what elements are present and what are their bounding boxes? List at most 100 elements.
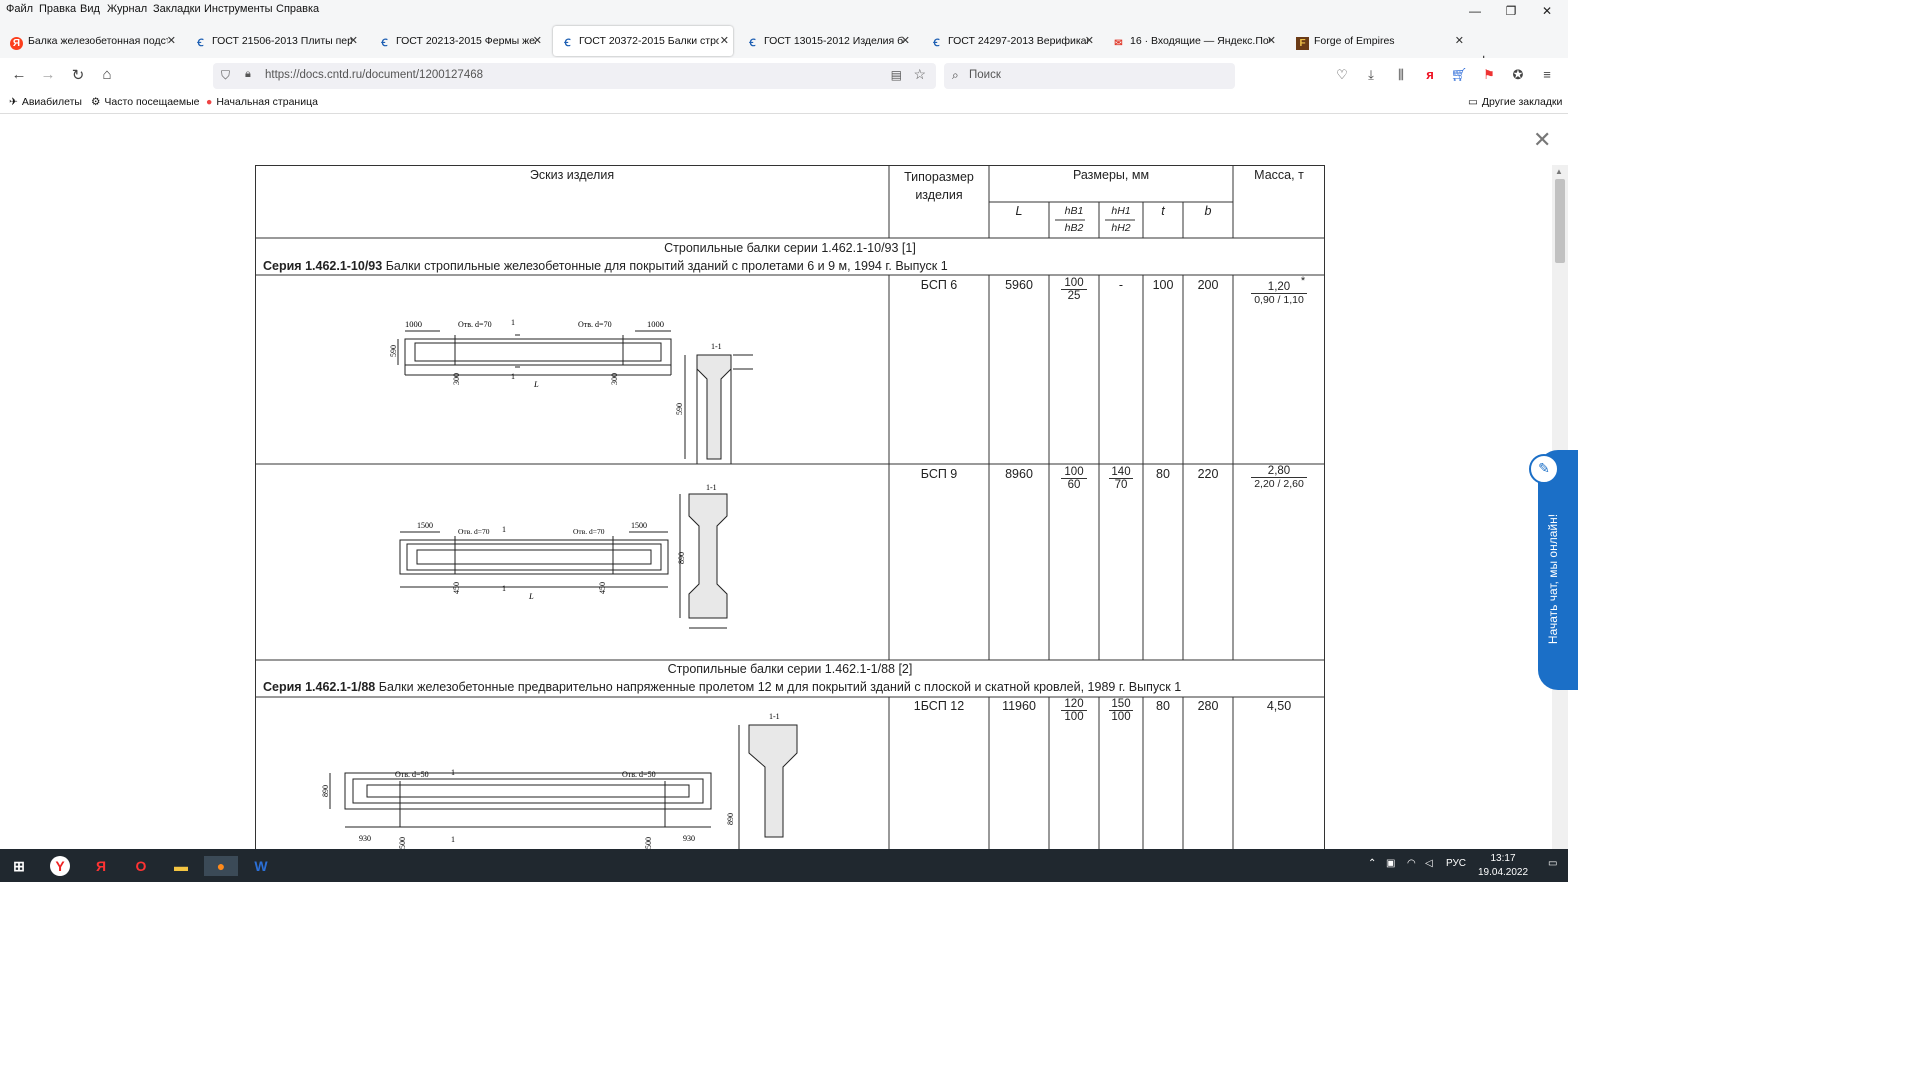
close-window-button[interactable]: ✕ [1537, 4, 1557, 18]
tab-strip: Я Балка железобетонная подстр ✕ Ꞓ ГОСТ 215… [0, 22, 1568, 69]
tab-4-active[interactable]: Ꞓ ГОСТ 20372-2015 Балки строп ✕ [553, 26, 733, 56]
url-text[interactable]: https://docs.cntd.ru/document/1200127468 [265, 69, 483, 81]
series1-bold: Серия 1.462.1-10/93 [263, 259, 383, 273]
row1-hB: 100 25 [1049, 277, 1099, 302]
bookmark-frequent[interactable]: ⚙ Часто посещаемые [91, 96, 200, 108]
tab-close-icon[interactable]: ✕ [533, 26, 542, 56]
header-sizes: Размеры, мм [1072, 168, 1150, 182]
row2-mass: 2,80 2,20 / 2,60 [1233, 465, 1325, 490]
hole-left: Отв. d=70 [458, 527, 490, 536]
close-viewer-icon[interactable]: ✕ [1533, 127, 1551, 153]
bookmark-homepage[interactable]: ● Начальная страница [206, 96, 318, 108]
menu-edit[interactable]: Правка [39, 3, 76, 15]
tab-1[interactable]: Я Балка железобетонная подстр ✕ [2, 26, 180, 56]
tab-3[interactable]: Ꞓ ГОСТ 20213-2015 Фермы желе ✕ [370, 26, 546, 56]
tab-close-icon[interactable]: ✕ [167, 26, 176, 56]
tab-close-icon[interactable]: ✕ [1455, 26, 1464, 56]
bookmark-star-icon[interactable]: ☆ [913, 66, 926, 83]
row2-mass-main: 2,80 [1267, 465, 1291, 477]
tab-title: Балка железобетонная подстр [28, 35, 168, 47]
series2-desc: Серия 1.462.1-1/88 Балки железобетонные … [263, 680, 1323, 694]
hole-right: Отв. d=70 [578, 320, 612, 329]
cntd-icon: Ꞓ [933, 38, 940, 49]
row2-hB: 100 60 [1049, 466, 1099, 491]
scroll-thumb[interactable] [1555, 179, 1565, 263]
wifi-icon[interactable]: ◠ [1407, 858, 1416, 869]
chat-label[interactable]: Начать чат, мы онлайн! [1546, 499, 1560, 659]
shield-icon[interactable]: ⛉ [221, 68, 230, 83]
home-icon[interactable]: ⌂ [97, 66, 117, 83]
menu-tools[interactable]: Инструменты [204, 3, 273, 15]
row1-b: 200 [1197, 278, 1219, 292]
tray-device-icon[interactable]: ▣ [1386, 858, 1395, 869]
reader-view-icon[interactable]: ▤ [891, 68, 902, 82]
firefox-icon[interactable]: ● [204, 856, 238, 876]
row3-hH2: 100 [1109, 710, 1133, 723]
library-icon[interactable]: ⫼ [1392, 67, 1410, 83]
extension-icon[interactable]: ✪ [1509, 67, 1527, 83]
flag-icon[interactable]: ⚑ [1480, 67, 1498, 83]
yandex-icon[interactable]: Я [90, 856, 112, 876]
menu-help[interactable]: Справка [276, 3, 319, 15]
downloads-icon[interactable]: ⤓ [1362, 67, 1380, 83]
tab-5[interactable]: Ꞓ ГОСТ 13015-2012 Изделия бето ✕ [738, 26, 914, 56]
tray-chevron-icon[interactable]: ⌃ [1368, 858, 1376, 869]
bookmarks-bar: ✈ Авиабилеты ⚙ Часто посещаемые ● Начальная… [0, 92, 1568, 114]
row2-hB2: 60 [1061, 478, 1087, 491]
header-hB1: hB1 [1064, 205, 1084, 217]
volume-icon[interactable]: ◁ [1425, 858, 1433, 869]
cart-icon[interactable]: 🛒︎ [1450, 67, 1468, 83]
row1-hB1: 100 [1064, 277, 1084, 289]
sketch-1bsp12: Отв. d=50 Отв. d=50 1 1 930 930 L 890 50… [321, 712, 798, 849]
search-bar[interactable]: ⌕ Поиск [944, 63, 1235, 89]
menu-bookmarks[interactable]: Закладки [153, 3, 201, 15]
word-icon[interactable]: W [250, 856, 272, 876]
bookmark-aviatickets[interactable]: ✈ Авиабилеты [9, 96, 82, 108]
menu-view[interactable]: Вид [80, 3, 100, 15]
opera-icon[interactable]: O [130, 856, 152, 876]
yandex-browser-icon[interactable]: Y [50, 856, 70, 876]
bookmark-label: Авиабилеты [21, 96, 82, 108]
mark-top: 1 [451, 768, 455, 777]
notifications-icon[interactable]: ▭ [1548, 858, 1557, 869]
clock[interactable]: 13:17 19.04.2022 [1478, 852, 1528, 880]
tab-close-icon[interactable]: ✕ [1085, 26, 1094, 56]
search-placeholder[interactable]: Поиск [969, 69, 1001, 81]
tab-close-icon[interactable]: ✕ [901, 26, 910, 56]
tab-7[interactable]: ✉ 16 · Входящие — Яндекс.Почта ✕ [1104, 26, 1280, 56]
lock-icon[interactable]: 🔒︎ [245, 68, 251, 81]
pocket-icon[interactable]: ♡ [1333, 67, 1351, 83]
mark-top: 1 [502, 525, 506, 534]
restore-button[interactable]: ❐ [1501, 4, 1521, 18]
dim-right: 930 [683, 834, 695, 843]
chat-bubble-icon[interactable]: ✎ [1529, 454, 1559, 484]
firefox-icon: ● [206, 96, 213, 108]
sketch-bsp6: 1000 1000 Отв. d=70 Отв. d=70 1 1 L 590 … [389, 318, 753, 464]
tab-close-icon[interactable]: ✕ [349, 26, 358, 56]
yandex-ext-icon[interactable]: я [1421, 67, 1439, 82]
explorer-icon[interactable]: ▬ [170, 856, 192, 876]
folder-icon: ▭ [1468, 96, 1478, 108]
windows-start-icon[interactable]: ⊞ [8, 856, 30, 876]
other-bookmarks[interactable]: ▭ Другие закладки [1468, 96, 1562, 108]
menu-history[interactable]: Журнал [107, 3, 147, 15]
row3-type: 1БСП 12 [913, 699, 965, 713]
tab-2[interactable]: Ꞓ ГОСТ 21506-2013 Плиты перек ✕ [186, 26, 362, 56]
taskbar: ⊞ Y Я O ▬ ● W ⌃ ▣ ◠ ◁ РУС 13:17 19.04.20… [0, 849, 1568, 882]
forward-icon[interactable]: → [38, 66, 58, 83]
language-indicator[interactable]: РУС [1446, 858, 1466, 869]
tab-close-icon[interactable]: ✕ [720, 26, 729, 56]
row1-hH: - [1118, 278, 1124, 292]
menu-file[interactable]: Файл [6, 3, 33, 15]
reload-icon[interactable]: ↻ [68, 66, 88, 84]
menu-icon[interactable]: ≡ [1538, 67, 1556, 82]
minimize-button[interactable]: — [1465, 4, 1485, 18]
tab-8[interactable]: F Forge of Empires ✕ [1288, 26, 1468, 56]
back-icon[interactable]: ← [9, 66, 29, 83]
row2-type: БСП 9 [920, 467, 958, 481]
tab-close-icon[interactable]: ✕ [1267, 26, 1276, 56]
address-bar[interactable]: ⛉ 🔒︎ https://docs.cntd.ru/document/12001… [213, 63, 936, 89]
dim-left: 1000 [405, 319, 422, 329]
scroll-up-icon[interactable]: ▲ [1555, 167, 1563, 176]
tab-6[interactable]: Ꞓ ГОСТ 24297-2013 Верификаци ✕ [922, 26, 1098, 56]
